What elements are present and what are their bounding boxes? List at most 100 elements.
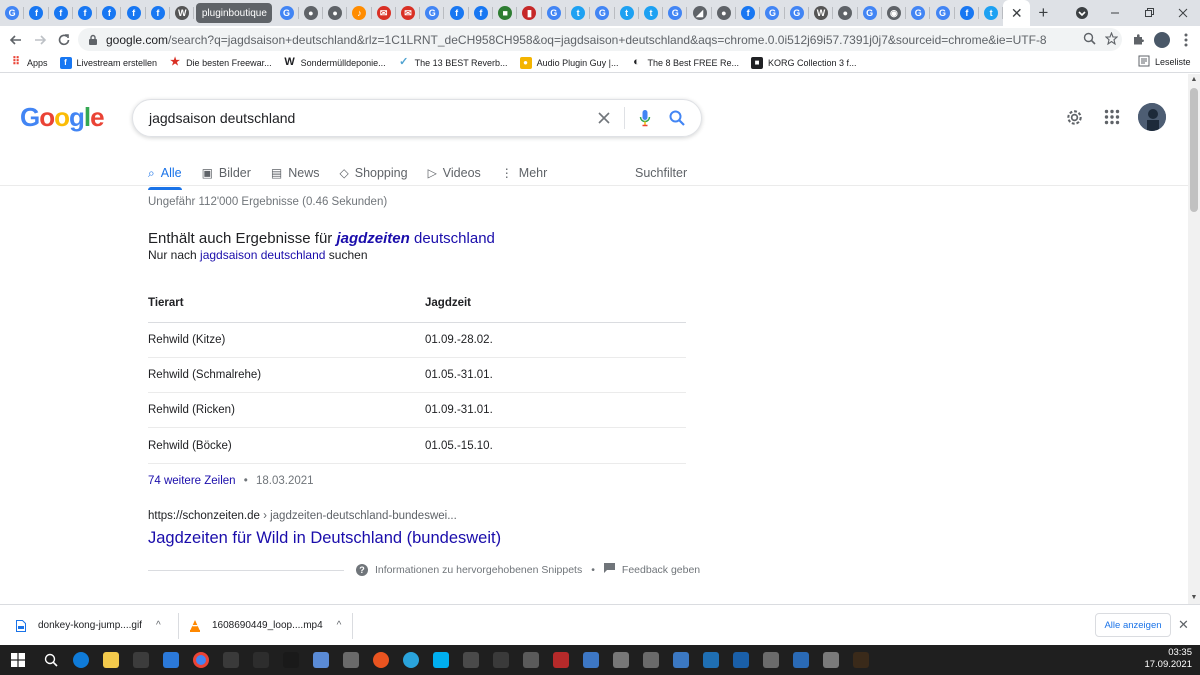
mic-icon[interactable] [629,109,661,127]
tab[interactable]: G [590,0,615,26]
tab[interactable]: G [785,0,810,26]
snippet-info-link[interactable]: Informationen zu hervorgehobenen Snippet… [375,564,582,576]
app-icon[interactable] [786,645,816,675]
tab[interactable]: W [809,0,834,26]
tab[interactable]: ■ [493,0,518,26]
url-text[interactable]: google.com/search?q=jagdsaison+deutschla… [106,33,1078,47]
tab[interactable]: G [663,0,688,26]
page-scrollbar[interactable]: ▲ ▼ [1188,74,1200,604]
search-icon[interactable] [36,645,66,675]
bookmark-item[interactable]: ⠿ Apps [10,57,48,69]
tab-active[interactable]: ✕ [1003,0,1031,26]
extensions-icon[interactable] [1126,28,1150,52]
telegram-icon[interactable] [396,645,426,675]
bookmark-item[interactable]: W Sondermülldeponie... [284,57,385,69]
search-input[interactable]: jagdsaison deutschland [149,110,588,126]
app-icon[interactable] [306,645,336,675]
feedback-link[interactable]: Feedback geben [622,564,700,576]
tab-mehr[interactable]: ⋮ Mehr [501,160,547,186]
app-icon[interactable] [636,645,666,675]
tab[interactable]: ● [323,0,348,26]
tab[interactable]: G [930,0,955,26]
corrected-query-link[interactable]: jagdzeiten deutschland [336,230,494,247]
windows-start-icon[interactable] [0,645,36,675]
tab-bilder[interactable]: ▣ Bilder [202,160,251,186]
download-item[interactable]: donkey-kong-jump....gif ^ [16,605,161,646]
bookmark-item[interactable]: ✓ The 13 BEST Reverb... [398,57,508,69]
app-icon[interactable] [456,645,486,675]
tab[interactable]: G [906,0,931,26]
tab[interactable]: G [760,0,785,26]
mail-icon[interactable] [156,645,186,675]
bookmark-star-icon[interactable] [1100,30,1122,48]
tab[interactable]: f [736,0,761,26]
tab[interactable]: ● [299,0,324,26]
tab[interactable]: t [615,0,640,26]
app-icon[interactable] [756,645,786,675]
tab[interactable]: G [274,0,299,26]
scroll-thumb[interactable] [1190,88,1198,212]
bookmark-item[interactable]: ● Audio Plugin Guy |... [519,56,618,69]
skype-icon[interactable] [426,645,456,675]
zoom-icon[interactable] [1078,32,1100,48]
edge-icon[interactable] [66,645,96,675]
chrome-icon[interactable] [186,645,216,675]
app-icon[interactable] [246,645,276,675]
suchfilter-button[interactable]: Suchfilter [635,160,687,186]
tab-search-icon[interactable] [1065,0,1099,26]
tab[interactable]: ✉ [372,0,397,26]
kali-icon[interactable] [486,645,516,675]
more-rows-link[interactable]: 74 weitere Zeilen [148,475,236,487]
tab[interactable]: f [121,0,147,26]
store-icon[interactable] [126,645,156,675]
tab[interactable]: t [639,0,664,26]
forward-icon[interactable] [28,28,52,52]
tab[interactable]: ● [712,0,737,26]
scroll-up-arrow-icon[interactable]: ▲ [1188,74,1200,86]
tab[interactable]: ◢ [687,0,713,26]
tab[interactable]: ◉ [882,0,907,26]
tab[interactable]: f [49,0,74,26]
bookmark-item[interactable]: ★ Die besten Freewar... [169,57,271,69]
close-window-icon[interactable] [1166,0,1200,26]
original-query-link[interactable]: jagdsaison deutschland [200,248,325,262]
tab[interactable]: f [97,0,122,26]
voicemeeter-icon[interactable] [546,645,576,675]
tab-pluginboutique[interactable]: pluginboutique [196,3,273,23]
scroll-down-arrow-icon[interactable]: ▼ [1188,592,1200,604]
tab[interactable]: f [469,0,494,26]
tab[interactable]: G [858,0,883,26]
app-icon[interactable] [606,645,636,675]
apps-grid-icon[interactable] [1100,105,1124,129]
ubuntu-icon[interactable] [366,645,396,675]
tab[interactable]: ● [833,0,858,26]
back-icon[interactable] [4,28,28,52]
show-all-downloads-button[interactable]: Alle anzeigen [1095,613,1171,637]
tab[interactable]: f [24,0,49,26]
virtualbox-icon[interactable] [666,645,696,675]
address-bar[interactable]: google.com/search?q=jagdsaison+deutschla… [78,28,1122,51]
chevron-up-icon[interactable]: ^ [337,620,342,631]
tab[interactable]: W [170,0,195,26]
tab-news[interactable]: ▤ News [271,160,320,186]
reading-list[interactable]: Leseliste [1138,55,1191,69]
clear-icon[interactable] [588,111,620,125]
close-tab-icon[interactable]: ✕ [1011,5,1023,22]
terminal-icon[interactable] [846,645,876,675]
tab[interactable]: f [444,0,470,26]
new-tab-button[interactable]: + [1030,0,1056,26]
result-cite[interactable]: https://schonzeiten.de › jagdzeiten-deut… [148,510,457,522]
maximize-icon[interactable] [1132,0,1166,26]
tab-shopping[interactable]: ◇ Shopping [340,160,408,186]
tab[interactable]: t [566,0,591,26]
bookmark-item[interactable]: ◐ The 8 Best FREE Re... [630,57,739,69]
bookmark-item[interactable]: ■ KORG Collection 3 f... [751,56,857,69]
download-item[interactable]: 1608690449_loop....mp4 ^ [190,605,341,646]
result-title-link[interactable]: Jagdzeiten für Wild in Deutschland (bund… [148,529,501,548]
ableton-live-icon[interactable] [276,645,306,675]
tab-videos[interactable]: ▷ Videos [428,160,481,186]
search-box[interactable]: jagdsaison deutschland [132,99,702,137]
tab[interactable]: f [146,0,171,26]
app-icon[interactable] [516,645,546,675]
app-icon[interactable] [576,645,606,675]
